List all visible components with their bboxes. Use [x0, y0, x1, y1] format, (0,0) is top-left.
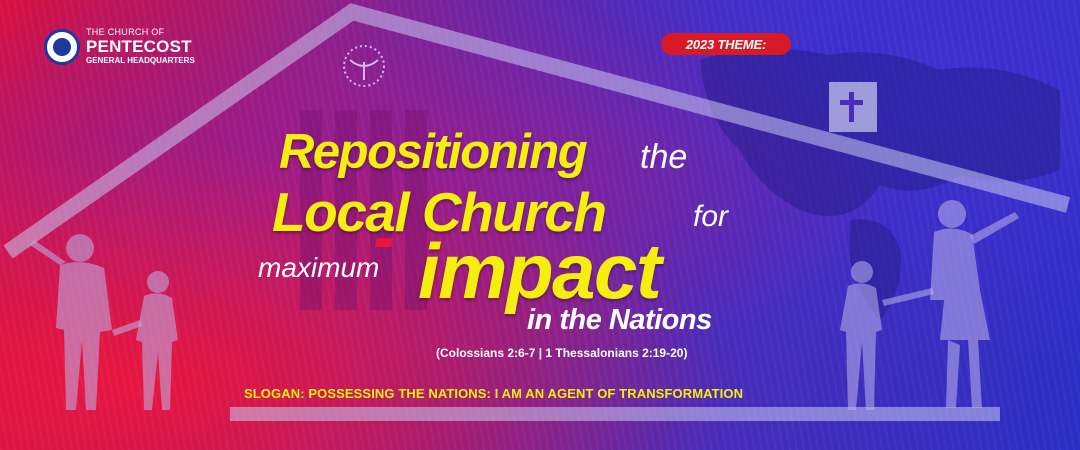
- headline-in-the-nations: in the Nations: [527, 304, 712, 336]
- headline-for: for: [693, 200, 729, 233]
- headline-repositioning: Repositioning: [279, 125, 588, 179]
- organization-line-2: PENTECOST: [86, 37, 192, 56]
- headline-maximum: maximum: [258, 252, 380, 283]
- dove-emblem-icon: [343, 45, 385, 87]
- organization-line-1: THE CHURCH OF: [86, 27, 165, 37]
- scripture-reference: (Colossians 2:6-7 | 1 Thessalonians 2:19…: [436, 346, 688, 360]
- organization-line-3: GENERAL HEADQUARTERS: [86, 56, 195, 65]
- church-logo-icon: [44, 28, 80, 65]
- theme-banner: THE CHURCH OF PENTECOST GENERAL HEADQUAR…: [0, 0, 1080, 450]
- organization-name: THE CHURCH OF PENTECOST GENERAL HEADQUAR…: [86, 28, 195, 65]
- cross-icon: [829, 82, 877, 132]
- slogan-text: SLOGAN: POSSESSING THE NATIONS: I AM AN …: [244, 386, 744, 401]
- headline-the: the: [640, 138, 688, 176]
- organization-logo: THE CHURCH OF PENTECOST GENERAL HEADQUAR…: [44, 28, 195, 65]
- theme-badge: 2023 THEME:: [661, 33, 791, 55]
